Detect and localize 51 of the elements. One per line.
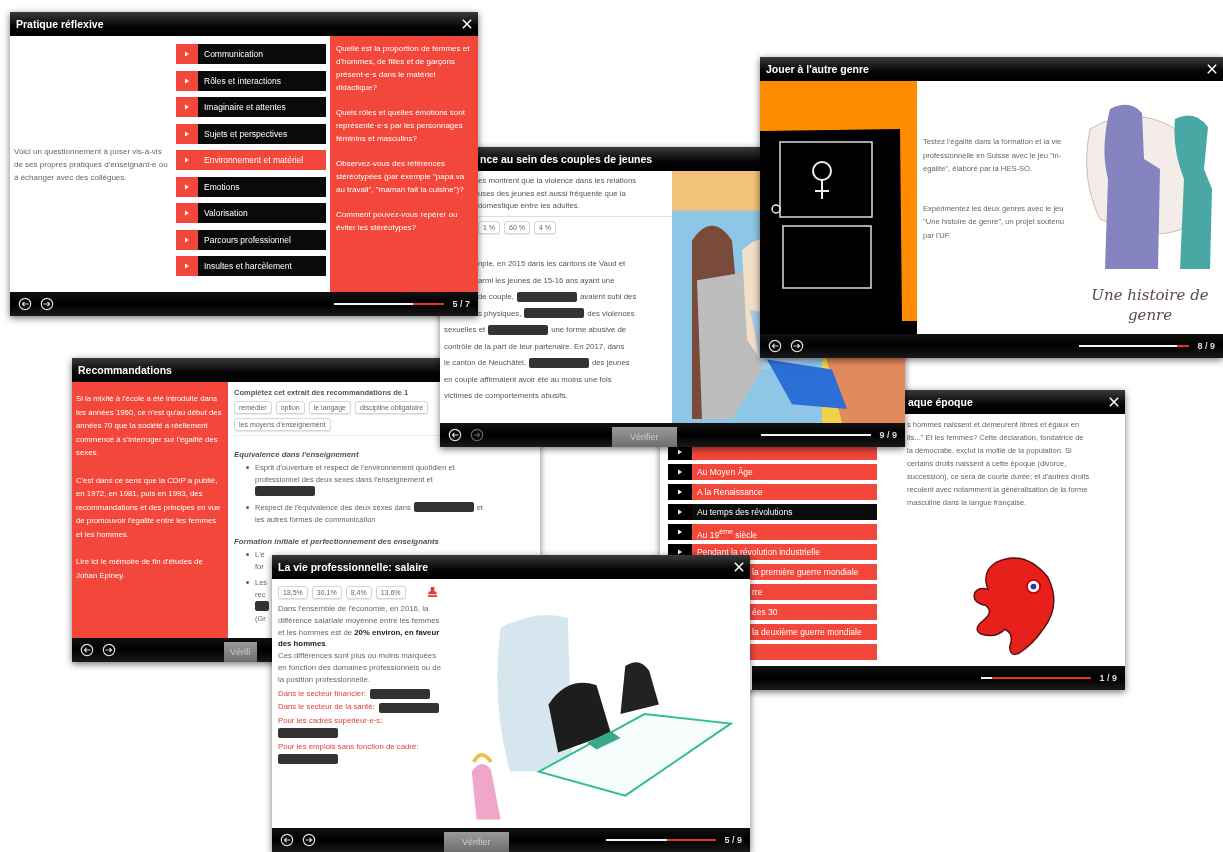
play-icon [668,524,692,540]
play-icon [668,464,692,480]
menu-item[interactable]: la deuxième guerre mondiale [750,624,877,640]
page-counter: 9 / 9 [879,430,897,440]
answer-blank[interactable] [278,728,338,739]
play-icon [176,203,198,223]
window-title: La vie professionnelle: salaire [278,561,428,573]
play-icon [176,97,198,117]
menu-item[interactable]: ées 30 [750,604,877,620]
window-title: Recommandations [78,364,172,376]
play-icon [668,484,692,500]
answer-blank[interactable] [488,324,549,335]
bullet-icon [246,506,249,509]
window-title: nce au sein des couples de jeunes [479,153,653,165]
menu-item[interactable]: la première guerre mondiale [750,564,877,580]
answer-blank[interactable] [255,601,269,611]
close-icon[interactable] [462,19,472,29]
close-icon[interactable] [1207,64,1217,74]
question-text: Quelle est la proportion de femmes et d'hommes, de filles et de garçons présent·e·s dans le matériel didactique? [336,43,471,94]
close-icon[interactable] [1109,397,1119,407]
page-counter: 5 / 9 [724,835,742,845]
play-icon [176,256,198,276]
window-title: Jouer à l'autre genre [766,63,869,75]
bullet-icon [246,553,249,556]
stamp-icon [427,586,437,599]
page-counter: 5 / 7 [452,299,470,309]
intro-text: Voici un questionnement à poser vis-à-vis de ses propres pratiques d'enseignant·e ou à échanger avec des collègues. [14,145,169,184]
window-title: Pratique réflexive [16,18,104,30]
answer-blank[interactable] [413,502,474,512]
page-counter: 8 / 9 [1197,341,1215,351]
answer-blank[interactable] [517,291,577,302]
menu-item[interactable]: rre [750,584,877,600]
play-icon [668,504,692,520]
bullet-icon [246,466,249,469]
play-icon [176,229,198,250]
play-icon [176,150,198,170]
play-icon [176,123,198,144]
answer-blank[interactable] [378,702,439,713]
game-title: Une histoire de genre [1090,285,1210,325]
play-icon [176,44,198,64]
play-icon [176,176,198,197]
answer-blank[interactable] [524,308,585,319]
question-text: Observez-vous des références stéréotypées (par exemple "papa va au travail", "maman fait la cuisine")? [336,158,466,196]
bullet-icon [246,581,249,584]
question-text: Quels rôles et quelles émotions sont représenté·e·s par les personnages féminins et masculins? [336,107,466,145]
page-counter: 1 / 9 [1099,673,1117,683]
question-text: Comment pouvez-vous repérer ou éviter les stéréotypes? [336,209,459,234]
play-icon [176,70,198,91]
answer-blank[interactable] [528,357,589,368]
close-icon[interactable] [734,562,744,572]
window-title: aque époque [907,396,973,408]
